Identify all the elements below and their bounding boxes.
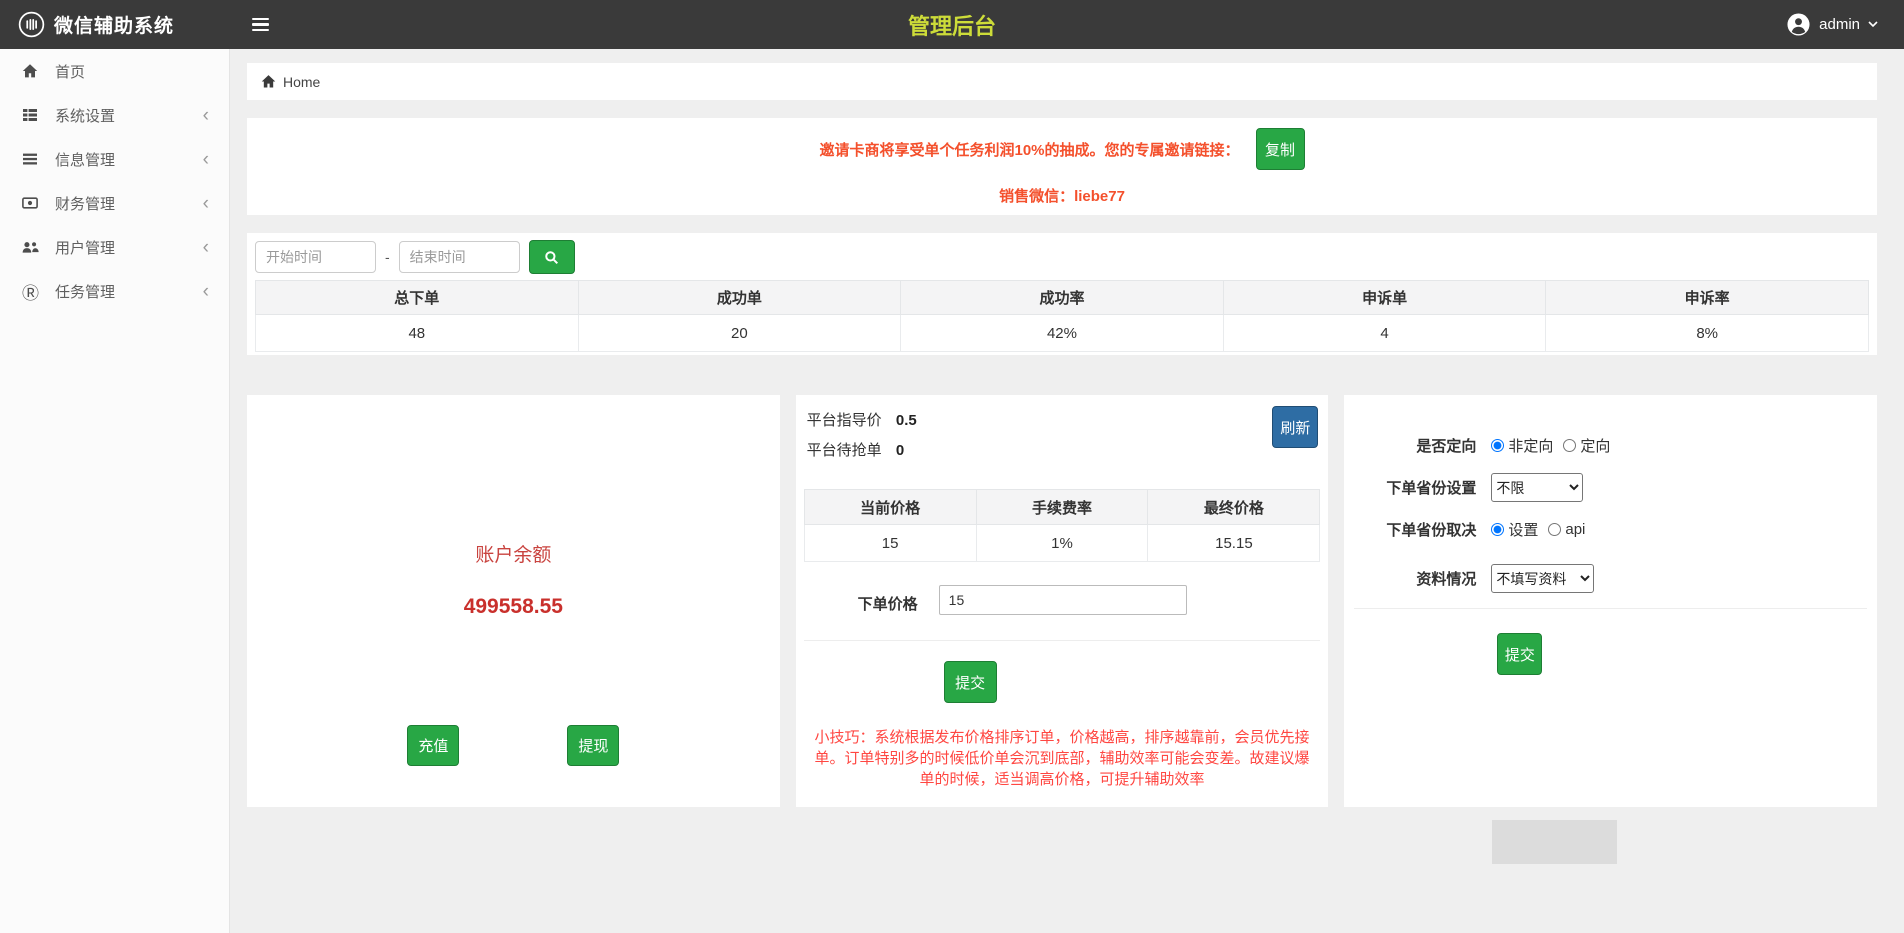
stats-value: 42%: [901, 315, 1224, 352]
radio-api[interactable]: api: [1548, 521, 1585, 538]
withdraw-button[interactable]: 提现: [567, 725, 619, 766]
stats-header: 申诉率: [1546, 281, 1869, 315]
pricing-card: 平台指导价 0.5 平台待抢单 0 刷新 当前价格 手续费率 最终价格 15: [796, 395, 1329, 807]
sidebar-item-task-management[interactable]: Ⓡ 任务管理 ‹: [0, 269, 229, 313]
profile-label: 资料情况: [1344, 568, 1476, 589]
end-time-input[interactable]: [399, 241, 520, 273]
user-menu[interactable]: admin: [1786, 12, 1904, 37]
search-icon: [544, 250, 559, 265]
recharge-button[interactable]: 充值: [407, 725, 459, 766]
overlay-artifact: [1492, 820, 1617, 864]
balance-value: 499558.55: [247, 595, 780, 619]
stats-header: 成功率: [901, 281, 1224, 315]
order-settings-card: 是否定向 非定向 定向 下单省份设置 不限 下单省份取决 设置: [1344, 395, 1877, 807]
breadcrumb-home-link[interactable]: Home: [283, 74, 320, 90]
users-icon: [22, 240, 44, 255]
sales-wechat-text: 销售微信：liebe77: [999, 188, 1125, 205]
stats-value: 20: [578, 315, 901, 352]
settings-submit-button[interactable]: 提交: [1497, 633, 1542, 675]
price-table-header: 手续费率: [976, 490, 1148, 525]
chevron-down-icon: [1868, 21, 1878, 28]
order-price-input[interactable]: [939, 585, 1187, 615]
province-set-label: 下单省份设置: [1344, 477, 1476, 498]
price-table-value: 15: [804, 525, 976, 562]
th-list-icon: [22, 107, 44, 123]
money-icon: [22, 195, 44, 211]
registered-icon: Ⓡ: [22, 279, 44, 304]
sidebar-item-info-management[interactable]: 信息管理 ‹: [0, 137, 229, 181]
balance-card: 账户余额 499558.55 充值 提现: [247, 395, 780, 807]
price-table-header: 当前价格: [804, 490, 976, 525]
sidebar-item-home[interactable]: 首页: [0, 49, 229, 93]
pending-orders-value: 0: [896, 442, 904, 459]
pending-orders-label: 平台待抢单: [807, 442, 882, 459]
profile-select[interactable]: 不填写资料: [1491, 564, 1594, 593]
brand-logo-icon: [18, 11, 45, 38]
province-select[interactable]: 不限: [1491, 473, 1583, 502]
list-icon: [22, 151, 44, 167]
hamburger-menu-icon[interactable]: [246, 12, 275, 38]
province-src-label: 下单省份取决: [1344, 519, 1476, 540]
chevron-left-icon: ‹: [203, 238, 209, 257]
price-table-value: 15.15: [1148, 525, 1320, 562]
stats-header: 成功单: [578, 281, 901, 315]
refresh-button[interactable]: 刷新: [1272, 406, 1318, 448]
invite-notice-text: 邀请卡商将享受单个任务利润10%的抽成。您的专属邀请链接：: [819, 139, 1239, 160]
start-time-input[interactable]: [255, 241, 376, 273]
direction-label: 是否定向: [1344, 435, 1476, 456]
breadcrumb: Home: [247, 63, 1877, 100]
guide-price-label: 平台指导价: [807, 412, 882, 429]
price-table-header: 最终价格: [1148, 490, 1320, 525]
stats-value: 8%: [1546, 315, 1869, 352]
price-table: 当前价格 手续费率 最终价格 15 1% 15.15: [804, 489, 1321, 562]
stats-table: 总下单 成功单 成功率 申诉单 申诉率 48 20 42% 4 8%: [255, 280, 1869, 352]
balance-label: 账户余额: [247, 540, 780, 567]
main-content: Home 邀请卡商将享受单个任务利润10%的抽成。您的专属邀请链接： 复制 销售…: [230, 49, 1904, 933]
sidebar-item-finance-management[interactable]: 财务管理 ‹: [0, 181, 229, 225]
order-price-label: 下单价格: [858, 593, 918, 614]
stats-value: 48: [256, 315, 579, 352]
stats-value: 4: [1223, 315, 1546, 352]
search-button[interactable]: [529, 240, 575, 274]
stats-header: 总下单: [256, 281, 579, 315]
chevron-left-icon: ‹: [203, 150, 209, 169]
radio-non-directed[interactable]: 非定向: [1491, 435, 1553, 456]
sidebar: 首页 系统设置 ‹ 信息管理 ‹ 财务管理 ‹ 用户管理 ‹ Ⓡ 任务管理 ‹: [0, 49, 230, 933]
sidebar-item-system-settings[interactable]: 系统设置 ‹: [0, 93, 229, 137]
stats-header: 申诉单: [1223, 281, 1546, 315]
copy-link-button[interactable]: 复制: [1256, 128, 1305, 170]
divider: [804, 640, 1321, 641]
avatar-icon: [1786, 12, 1811, 37]
price-submit-button[interactable]: 提交: [944, 661, 997, 703]
pricing-tips-text: 小技巧：系统根据发布价格排序订单，价格越高，排序越靠前，会员优先接单。订单特别多…: [810, 727, 1315, 790]
page-title: 管理后台: [0, 9, 1904, 41]
chevron-left-icon: ‹: [203, 282, 209, 301]
sidebar-item-user-management[interactable]: 用户管理 ‹: [0, 225, 229, 269]
radio-directed[interactable]: 定向: [1563, 435, 1610, 456]
stats-panel: - 总下单 成功单 成功率 申诉单 申诉率 48 20 42%: [247, 233, 1877, 355]
chevron-left-icon: ‹: [203, 106, 209, 125]
guide-price-value: 0.5: [896, 412, 917, 429]
date-range-separator: -: [385, 249, 390, 265]
radio-setting[interactable]: 设置: [1491, 519, 1538, 540]
price-table-value: 1%: [976, 525, 1148, 562]
brand-title: 微信辅助系统: [54, 11, 174, 38]
divider: [1354, 608, 1867, 609]
home-icon: [261, 74, 276, 89]
home-icon: [22, 63, 44, 79]
username: admin: [1819, 16, 1860, 33]
brand[interactable]: 微信辅助系统: [0, 0, 230, 49]
chevron-left-icon: ‹: [203, 194, 209, 213]
invite-notice-card: 邀请卡商将享受单个任务利润10%的抽成。您的专属邀请链接： 复制 销售微信：li…: [247, 118, 1877, 215]
top-navbar: 微信辅助系统 管理后台 admin: [0, 0, 1904, 49]
